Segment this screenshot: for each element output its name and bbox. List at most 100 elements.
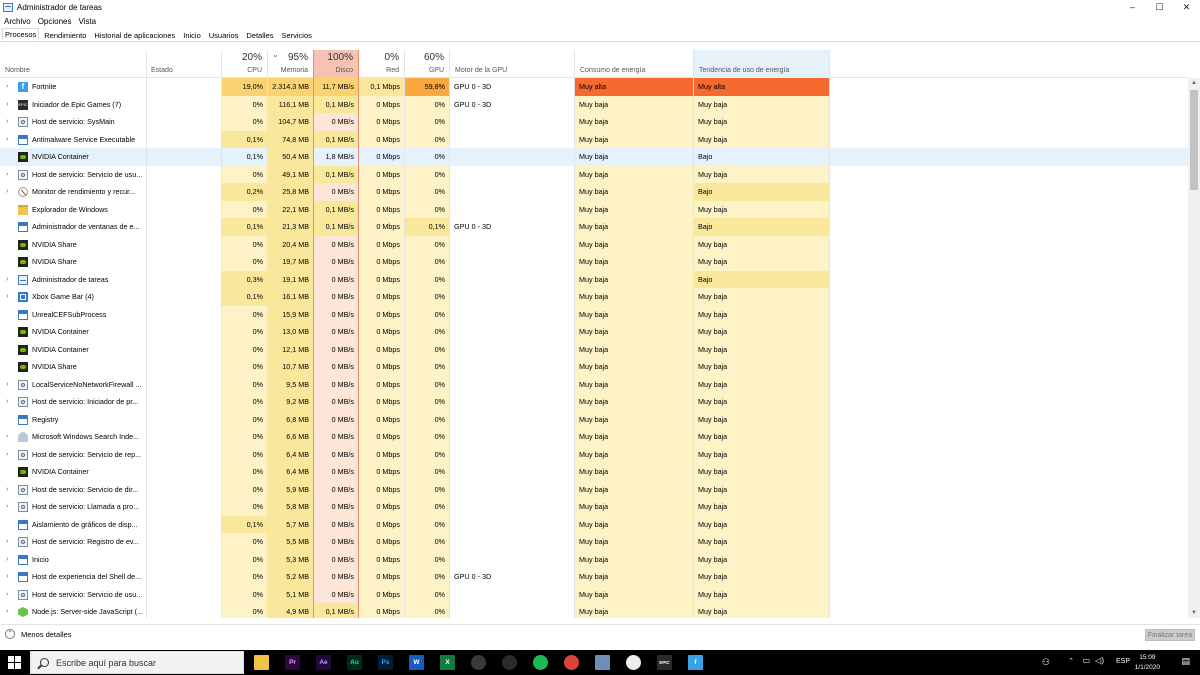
expand-chevron-icon[interactable]: › [6,113,8,131]
spotify-icon[interactable] [533,655,548,670]
process-row[interactable]: Explorador de Windows 0% 22,1 MB 0,1 MB/s 0 … [0,200,1188,218]
epic-taskbar-icon[interactable]: EPIC [657,655,672,670]
process-row[interactable]: › Host de servicio: Llamada a pro... 0% 5,8… [0,498,1188,516]
header-network[interactable]: 0% Red [359,50,405,78]
expand-chevron-icon[interactable]: › [6,568,8,586]
photoshop-icon[interactable]: Ps [378,655,393,670]
process-row[interactable]: › Host de servicio: Iniciador de pr... 0% 9… [0,393,1188,411]
header-disk[interactable]: 100% Disco [314,50,359,78]
process-row[interactable]: NVIDIA Share 0% 10,7 MB 0 MB/s 0 Mbps 0% Muy b… [0,358,1188,376]
expand-chevron-icon[interactable]: › [6,78,8,96]
volume-icon[interactable]: ◁) [1095,656,1104,665]
menu-archivo[interactable]: Archivo [4,17,31,26]
tab-servicios[interactable]: Servicios [278,29,314,41]
windows-start-icon[interactable] [8,656,22,670]
expand-chevron-icon[interactable]: › [6,96,8,114]
process-row[interactable]: › Node.js: Server-side JavaScript (... 0% 4… [0,603,1188,618]
header-name[interactable]: Nombre [0,50,146,78]
header-status[interactable]: Estado [146,50,222,78]
header-gpu[interactable]: 60% GPU [405,50,450,78]
expand-chevron-icon[interactable]: › [6,393,8,411]
expand-chevron-icon[interactable]: › [6,271,8,289]
header-cpu[interactable]: 20% CPU [222,50,268,78]
less-details-button[interactable]: ⌃ Menos detalles [5,629,71,639]
language-indicator[interactable]: ESP [1116,658,1130,665]
file-explorer-icon[interactable] [254,655,269,670]
notifications-icon[interactable]: ▤ [1181,656,1190,667]
process-row[interactable]: › f Fortnite 19,0% 2.314,3 MB 11,7 MB/s 0,1 Mb… [0,78,1188,96]
menu-vista[interactable]: Vista [78,17,96,26]
process-row[interactable]: › Monitor de rendimiento y recur... 0,2% 25… [0,183,1188,201]
header-memory[interactable]: ⌄ 95% Memoria [268,50,314,78]
header-power[interactable]: Consumo de energía [575,50,694,78]
expand-chevron-icon[interactable]: › [6,166,8,184]
expand-chevron-icon[interactable]: › [6,551,8,569]
expand-chevron-icon[interactable]: › [6,288,8,306]
excel-icon[interactable]: X [440,655,455,670]
tab-detalles[interactable]: Detalles [243,29,276,41]
davinci-icon[interactable] [471,655,486,670]
scroll-up-arrow-icon[interactable]: ▲ [1188,78,1200,88]
word-icon[interactable]: W [409,655,424,670]
process-row[interactable]: NVIDIA Container 0% 13,0 MB 0 MB/s 0 Mbps 0% M… [0,323,1188,341]
expand-chevron-icon[interactable]: › [6,603,8,618]
expand-chevron-icon[interactable]: › [6,481,8,499]
expand-chevron-icon[interactable]: › [6,183,8,201]
process-row[interactable]: › Host de experiencia del Shell de... 0% 5,… [0,568,1188,586]
process-row[interactable]: › Host de servicio: Servicio de usu... 0% 4… [0,165,1188,184]
scroll-thumb[interactable] [1190,90,1198,190]
close-button[interactable]: ✕ [1173,0,1200,14]
taskbar-search-box[interactable]: Escribe aquí para buscar [30,651,244,674]
tray-expand-icon[interactable]: ⌃ [1068,657,1074,665]
process-row[interactable]: › Antimalware Service Executable 0,1% 74,8 … [0,130,1188,149]
obs-icon[interactable] [502,655,517,670]
tab-usuarios[interactable]: Usuarios [206,29,242,41]
tab-rendimiento[interactable]: Rendimiento [41,29,89,41]
end-task-button[interactable]: Finalizar tarea [1145,629,1195,641]
taskmgr-taskbar-icon[interactable] [595,655,610,670]
expand-chevron-icon[interactable]: › [6,446,8,464]
process-row[interactable]: Administrador de ventanas de e... 0,1% 21,… [0,218,1188,236]
process-row[interactable]: NVIDIA Share 0% 19,7 MB 0 MB/s 0 Mbps 0% Muy b… [0,253,1188,271]
header-gpu-engine[interactable]: Motor de la GPU [450,50,575,78]
expand-chevron-icon[interactable]: › [6,586,8,604]
process-row[interactable]: › Administrador de tareas 0,3% 19,1 MB 0 MB/… [0,270,1188,289]
process-row[interactable]: › Host de servicio: Registro de ev... 0% 5,… [0,533,1188,551]
expand-chevron-icon[interactable]: › [6,533,8,551]
process-row[interactable]: › Host de servicio: Servicio de rep... 0% 6… [0,445,1188,464]
tab-historial[interactable]: Historial de aplicaciones [91,29,178,41]
process-row[interactable]: › Host de servicio: Servicio de usu... 0% 5… [0,585,1188,604]
scroll-down-arrow-icon[interactable]: ▼ [1188,608,1200,618]
process-row[interactable]: › LocalServiceNoNetworkFirewall ... 0% 9,5 … [0,375,1188,394]
expand-chevron-icon[interactable]: › [6,428,8,446]
audition-icon[interactable]: Au [347,655,362,670]
vertical-scrollbar[interactable]: ▲ ▼ [1188,78,1200,618]
process-row[interactable]: Aislamiento de gráficos de disp... 0,1% 5,… [0,515,1188,533]
process-row[interactable]: NVIDIA Container 0% 6,4 MB 0 MB/s 0 Mbps 0% Mu… [0,463,1188,481]
maximize-button[interactable]: ☐ [1146,0,1173,14]
minimize-button[interactable]: – [1119,0,1146,14]
clock[interactable]: 15:09 1/1/2020 [1135,653,1160,673]
process-row[interactable]: NVIDIA Container 0% 12,1 MB 0 MB/s 0 Mbps 0% M… [0,340,1188,358]
perfmon-taskbar-icon[interactable] [626,655,641,670]
process-row[interactable]: Registry 0% 6,8 MB 0 MB/s 0 Mbps 0% Muy baja Mu… [0,410,1188,428]
network-icon[interactable]: ▭ [1082,656,1090,665]
fortnite-taskbar-icon[interactable]: f [688,655,703,670]
premiere-icon[interactable]: Pr [285,655,300,670]
process-row[interactable]: › Host de servicio: SysMain 0% 104,7 MB 0 MB… [0,113,1188,131]
header-power-trend[interactable]: Tendencia de uso de energía [694,50,830,78]
process-row[interactable]: › EPIC Iniciador de Epic Games (7) 0% 116,1 … [0,95,1188,114]
tab-procesos[interactable]: Procesos [2,28,40,41]
expand-chevron-icon[interactable]: › [6,131,8,149]
process-row[interactable]: › Xbox Game Bar (4) 0,1% 16,1 MB 0 MB/s 0 Mbp… [0,288,1188,306]
chrome-icon[interactable] [564,655,579,670]
process-row[interactable]: UnrealCEFSubProcess 0% 15,9 MB 0 MB/s 0 Mbps… [0,305,1188,323]
people-icon[interactable]: ⚇ [1042,657,1050,668]
expand-chevron-icon[interactable]: › [6,376,8,394]
after-effects-icon[interactable]: Ae [316,655,331,670]
menu-opciones[interactable]: Opciones [38,17,72,26]
process-row[interactable]: NVIDIA Share 0% 20,4 MB 0 MB/s 0 Mbps 0% Muy b… [0,235,1188,253]
process-row[interactable]: › Microsoft Windows Search Inde... 0% 6,6 M… [0,428,1188,446]
process-row[interactable]: NVIDIA Container 0,1% 50,4 MB 1,8 MB/s 0 Mbp… [0,148,1188,166]
process-row[interactable]: › Host de servicio: Servicio de dir... 0% 5… [0,480,1188,499]
